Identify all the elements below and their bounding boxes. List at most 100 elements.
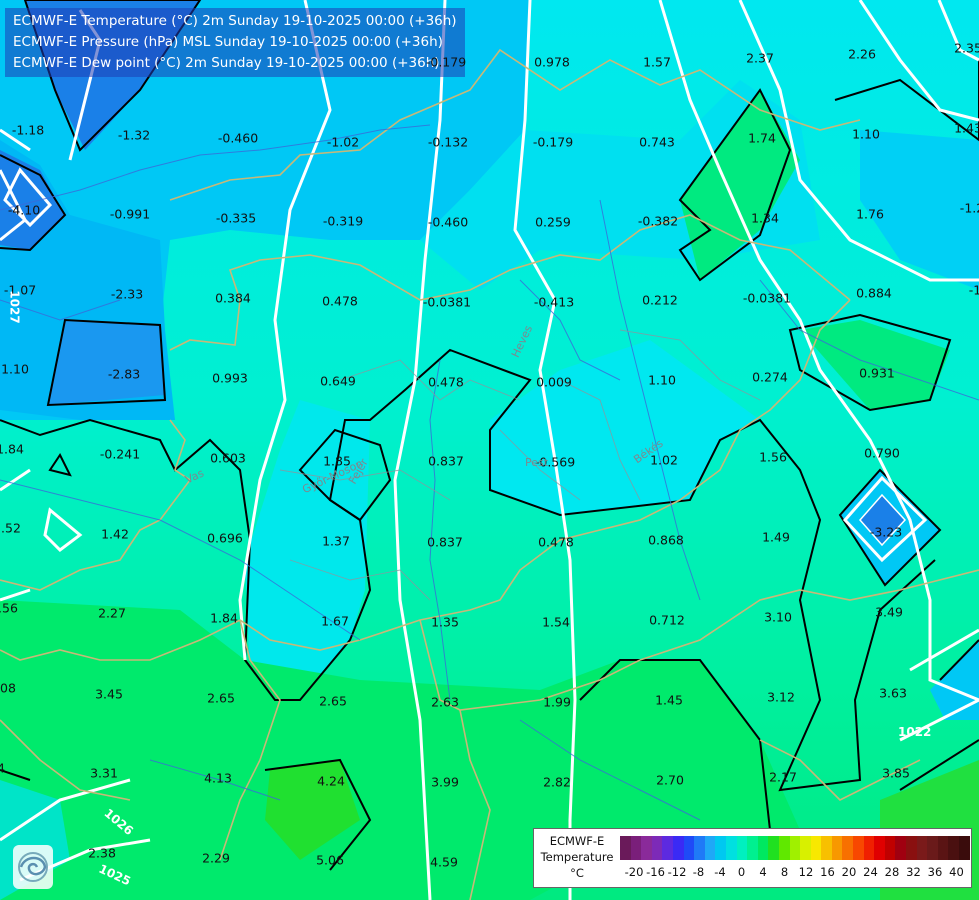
temperature-value: 2.63	[431, 694, 459, 710]
legend-swatch	[694, 836, 705, 860]
temperature-value: 0.478	[538, 534, 574, 550]
legend-swatch	[715, 836, 726, 860]
temperature-value: 1.56	[759, 449, 787, 465]
temperature-value: -0.179	[425, 54, 467, 70]
legend-swatch	[683, 836, 695, 860]
legend-tick: 4	[759, 865, 767, 879]
temperature-value: 1.49	[762, 529, 790, 545]
temperature-value: 2.65	[207, 690, 235, 706]
temperature-value: -2.33	[110, 286, 144, 302]
temperature-value: -3.23	[869, 524, 903, 540]
temperature-value: -0.991	[109, 206, 151, 222]
legend-swatch	[831, 836, 843, 860]
legend-swatch	[747, 836, 758, 860]
temperature-value: 2.29	[202, 850, 230, 866]
temperature-value: 1.45	[655, 692, 683, 708]
temperature-value: 1.10	[1, 361, 29, 377]
temperature-value: -4.10	[7, 202, 41, 218]
legend-swatch	[906, 836, 917, 860]
legend-tick: -8	[692, 865, 705, 879]
legend-tick: -4	[714, 865, 726, 879]
temperature-value: 1.10	[648, 372, 676, 388]
legend-swatch	[620, 836, 631, 860]
temperature-value: -0.382	[637, 213, 679, 229]
temperature-value: 0.790	[864, 445, 900, 461]
legend-tick: 0	[737, 865, 746, 879]
temperature-value: 1.37	[322, 533, 350, 549]
legend-tick: 16	[820, 865, 835, 879]
temperature-value: 2.82	[543, 774, 571, 790]
temperature-value: -1	[968, 282, 979, 298]
legend-tick: 24	[863, 865, 878, 879]
temperature-value: 0.649	[320, 373, 356, 389]
temperature-value: 3.31	[90, 765, 118, 781]
temperature-value: 1.52	[0, 520, 21, 536]
legend-swatch	[959, 836, 970, 860]
temperature-value: 2.65	[319, 693, 347, 709]
legend-swatch	[800, 836, 811, 860]
temperature-value: 3.12	[767, 689, 795, 705]
temperature-value: -0.241	[99, 446, 141, 462]
temperature-value: 0.212	[642, 292, 678, 308]
temperature-value: 1.67	[321, 613, 349, 629]
legend-tick: 32	[906, 865, 921, 879]
temperature-value: 3.10	[764, 609, 792, 625]
legend-swatch	[810, 836, 822, 860]
temperature-value: -0.413	[533, 294, 575, 310]
legend-swatch	[948, 836, 959, 860]
temperature-value: -0.179	[532, 134, 574, 150]
temperature-legend: ECMWF-E Temperature °C -20 -16 -12 -8 -4 0 4 8 1…	[533, 828, 972, 888]
weather-map: ECMWF-E Temperature (°C) 2m Sunday 19-10…	[0, 0, 979, 900]
legend-tick: -12	[667, 865, 687, 879]
temperature-value: 1.57	[643, 54, 671, 70]
temperature-value: 0.978	[534, 54, 570, 70]
legend-tick: 12	[798, 865, 814, 879]
legend-swatch	[778, 836, 790, 860]
title-pressure: ECMWF-E Pressure (hPa) MSL Sunday 19-10-…	[13, 34, 443, 50]
legend-swatch	[884, 836, 896, 860]
legend-tick: 20	[841, 865, 857, 879]
temperature-value: 0.837	[428, 453, 464, 469]
temperature-value: -0.460	[427, 214, 469, 230]
temperature-value: -0.0381	[422, 294, 472, 310]
temperature-value: 1.84	[210, 610, 238, 626]
title-temperature: ECMWF-E Temperature (°C) 2m Sunday 19-10…	[13, 13, 457, 29]
temperature-value: 0.696	[207, 530, 243, 546]
temperature-value: 0.603	[210, 450, 246, 466]
temperature-value: 2.38	[88, 845, 116, 861]
temperature-value: 4	[0, 760, 5, 776]
legend-swatch	[863, 836, 875, 860]
legend-label: ECMWF-E Temperature °C	[540, 834, 614, 880]
legend-swatch	[853, 836, 864, 860]
legend-swatch	[704, 836, 716, 860]
temperature-value: 3.08	[0, 680, 16, 696]
temperature-value: 2.26	[848, 46, 876, 62]
legend-swatch	[937, 836, 949, 860]
temperature-value: -1.2	[959, 200, 979, 216]
temperature-value: 2.35	[954, 40, 979, 56]
isobar-label: 1027	[7, 290, 22, 324]
temperature-value: 1.35	[431, 614, 459, 630]
temperature-value: 0.837	[427, 534, 463, 550]
temperature-value: 0.743	[639, 134, 675, 150]
temperature-value: 5.06	[316, 852, 344, 868]
temperature-value: 2.17	[769, 769, 797, 785]
legend-swatch	[757, 836, 769, 860]
legend-swatch	[895, 836, 907, 860]
swirl-icon	[18, 852, 48, 882]
legend-swatch	[651, 836, 663, 860]
temperature-value: 0.993	[212, 370, 248, 386]
temperature-value: 3.45	[95, 686, 123, 702]
legend-swatch	[927, 836, 938, 860]
temperature-value: 1.74	[748, 130, 776, 146]
temperature-value: 0.009	[536, 374, 572, 390]
legend-ticks: -20 -16 -12 -8 -4 0 4 8 12 16 20 24 28 32 36 40	[620, 865, 970, 881]
temperature-value: 3.85	[882, 765, 910, 781]
temperature-value: 4.24	[317, 773, 345, 789]
temperature-value: 2.70	[656, 772, 684, 788]
temperature-value: 1.10	[852, 126, 880, 142]
temperature-value: 0.478	[322, 293, 358, 309]
legend-tick: -20	[624, 865, 644, 879]
legend-tick: -16	[646, 865, 665, 879]
legend-swatch	[641, 836, 652, 860]
